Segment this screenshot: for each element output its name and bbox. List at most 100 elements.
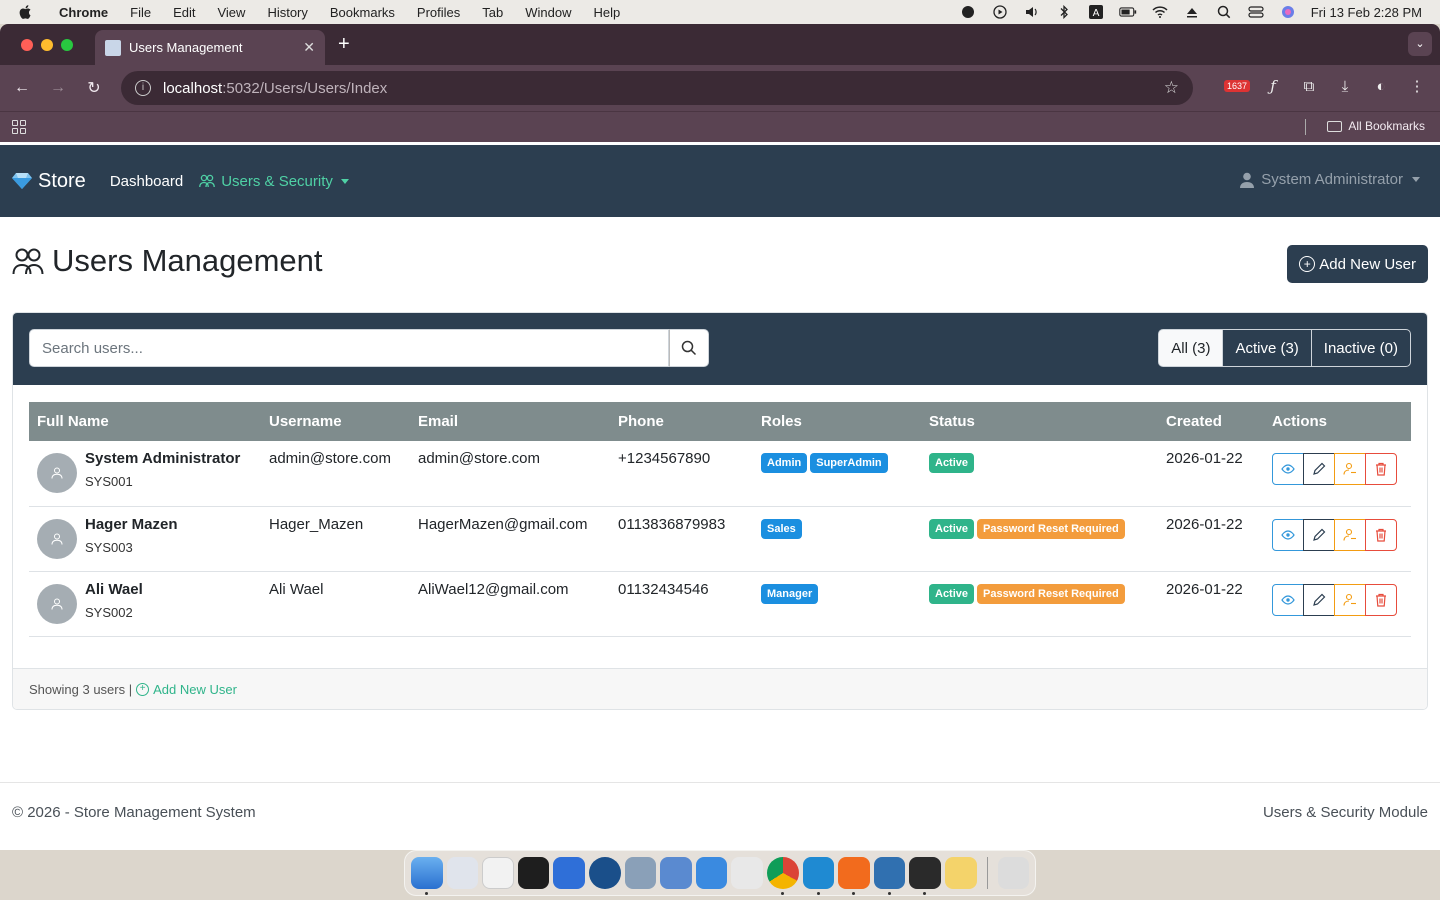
column-header-status[interactable]: Status — [921, 402, 1158, 441]
menu-help[interactable]: Help — [583, 5, 632, 20]
zoom-window-button[interactable] — [61, 39, 73, 51]
sublime-icon[interactable] — [838, 857, 870, 895]
nav-users-security-dropdown[interactable]: Users & Security — [199, 173, 349, 190]
column-header-roles[interactable]: Roles — [753, 402, 921, 441]
evernote-app-icon[interactable] — [909, 857, 941, 895]
search-icon — [681, 340, 697, 356]
column-header-full-name[interactable]: Full Name — [29, 402, 261, 441]
notes-icon[interactable] — [944, 857, 977, 889]
terminal-icon[interactable] — [517, 857, 550, 889]
keyboard-a-icon[interactable]: A — [1087, 5, 1105, 19]
window-controls — [21, 39, 73, 51]
bluetooth-icon[interactable] — [1055, 5, 1073, 19]
menu-profiles[interactable]: Profiles — [406, 5, 471, 20]
menu-bookmarks[interactable]: Bookmarks — [319, 5, 406, 20]
filter-all-button[interactable]: All (3) — [1158, 329, 1224, 367]
site-info-icon[interactable]: i — [135, 80, 151, 96]
page-title-text: Users Management — [52, 243, 323, 278]
search-input[interactable] — [29, 329, 669, 367]
menu-chrome[interactable]: Chrome — [48, 5, 119, 20]
tab-search-button[interactable]: ⌄ — [1408, 32, 1432, 56]
browser-tab-active[interactable]: Users Management ✕ — [95, 30, 325, 65]
menu-edit[interactable]: Edit — [162, 5, 206, 20]
evernote-icon[interactable] — [959, 5, 977, 19]
add-new-user-button[interactable]: + Add New User — [1287, 245, 1428, 283]
back-arrow-icon[interactable]: ← — [4, 79, 40, 97]
menubar-clock[interactable]: Fri 13 Feb 2:28 PM — [1311, 5, 1422, 20]
chrome-icon[interactable] — [766, 857, 799, 895]
manage-roles-button[interactable] — [1334, 583, 1366, 616]
close-window-button[interactable] — [21, 39, 33, 51]
menu-window[interactable]: Window — [514, 5, 582, 20]
edit-user-button[interactable] — [1303, 583, 1335, 616]
migration-assistant-icon[interactable] — [660, 857, 692, 889]
footer-add-user-link[interactable]: + Add New User — [136, 682, 237, 697]
menu-file[interactable]: File — [119, 5, 162, 20]
menu-history[interactable]: History — [256, 5, 318, 20]
mysql-workbench-icon[interactable] — [873, 857, 906, 895]
apps-grid-icon[interactable] — [12, 120, 26, 134]
view-user-button[interactable] — [1272, 518, 1304, 551]
vscode-icon[interactable] — [802, 857, 835, 895]
volume-icon[interactable] — [1023, 5, 1041, 19]
manage-roles-button[interactable] — [1334, 453, 1366, 485]
table-row[interactable]: System Administrator SYS001 admin@store.c… — [29, 441, 1411, 507]
new-tab-button[interactable]: + — [338, 33, 350, 56]
search-icon[interactable] — [1215, 5, 1233, 19]
calendar-extension-icon[interactable]: 1637 — [1223, 75, 1251, 97]
user-menu-dropdown[interactable]: System Administrator — [1240, 171, 1420, 188]
launchpad-icon[interactable] — [446, 857, 479, 889]
column-header-username[interactable]: Username — [261, 402, 410, 441]
menu-view[interactable]: View — [206, 5, 256, 20]
delete-user-button[interactable] — [1365, 518, 1397, 551]
apple-icon[interactable] — [18, 4, 34, 20]
filter-inactive-button[interactable]: Inactive (0) — [1310, 329, 1411, 367]
search-button[interactable] — [669, 329, 709, 367]
delete-user-button[interactable] — [1365, 453, 1397, 485]
kebab-menu-icon[interactable]: ⋮ — [1406, 75, 1428, 97]
wifi-icon[interactable] — [1151, 5, 1169, 19]
preview-icon[interactable] — [624, 857, 657, 889]
column-header-phone[interactable]: Phone — [610, 402, 753, 441]
menu-tab[interactable]: Tab — [471, 5, 514, 20]
function-extension-icon[interactable]: ƒ — [1262, 75, 1284, 97]
manage-roles-button[interactable] — [1334, 518, 1366, 551]
address-bar[interactable]: i localhost:5032/Users/Users/Index ☆ — [121, 71, 1193, 105]
site-footer: © 2026 - Store Management System Users &… — [0, 782, 1440, 850]
xcode-icon[interactable] — [553, 857, 585, 889]
edit-user-button[interactable] — [1303, 518, 1335, 551]
close-tab-icon[interactable]: ✕ — [303, 39, 315, 56]
minimize-window-button[interactable] — [41, 39, 53, 51]
users-card-footer: Showing 3 users | + Add New User — [13, 668, 1427, 709]
table-row[interactable]: Ali Wael SYS002 Ali Wael AliWael12@gmail.… — [29, 571, 1411, 637]
view-user-button[interactable] — [1272, 583, 1304, 616]
trash-icon[interactable] — [997, 857, 1030, 889]
table-row[interactable]: Hager Mazen SYS003 Hager_Mazen HagerMazen… — [29, 506, 1411, 572]
profile-avatar-icon[interactable]: ◐ — [1370, 75, 1392, 97]
nav-dashboard[interactable]: Dashboard — [110, 173, 183, 190]
filter-active-button[interactable]: Active (3) — [1222, 329, 1312, 367]
quicktime-icon[interactable] — [588, 857, 621, 889]
siri-icon[interactable] — [1279, 5, 1297, 19]
puzzle-extensions-icon[interactable]: ⧉ — [1298, 75, 1320, 97]
finder-icon[interactable] — [411, 857, 443, 895]
column-header-email[interactable]: Email — [410, 402, 610, 441]
download-icon[interactable]: ⤓ — [1334, 75, 1356, 97]
brand-link[interactable]: Store — [12, 170, 86, 193]
control-center-icon[interactable] — [1247, 5, 1265, 19]
column-header-created[interactable]: Created — [1158, 402, 1264, 441]
play-circle-icon[interactable] — [991, 5, 1009, 19]
view-user-button[interactable] — [1272, 453, 1304, 485]
all-bookmarks-button[interactable]: All Bookmarks — [1327, 119, 1425, 133]
bookmark-star-icon[interactable]: ☆ — [1164, 78, 1179, 98]
reload-icon[interactable]: ↻ — [76, 78, 112, 98]
forward-arrow-icon[interactable]: → — [40, 79, 76, 97]
edit-user-button[interactable] — [1303, 453, 1335, 485]
delete-user-button[interactable] — [1365, 583, 1397, 616]
battery-icon[interactable] — [1119, 5, 1137, 19]
storage-icon[interactable] — [731, 857, 763, 889]
bluetooth-file-exchange-icon[interactable] — [695, 857, 728, 889]
trash-icon — [1376, 528, 1386, 542]
textedit-icon[interactable] — [482, 857, 514, 889]
eject-icon[interactable] — [1183, 5, 1201, 19]
